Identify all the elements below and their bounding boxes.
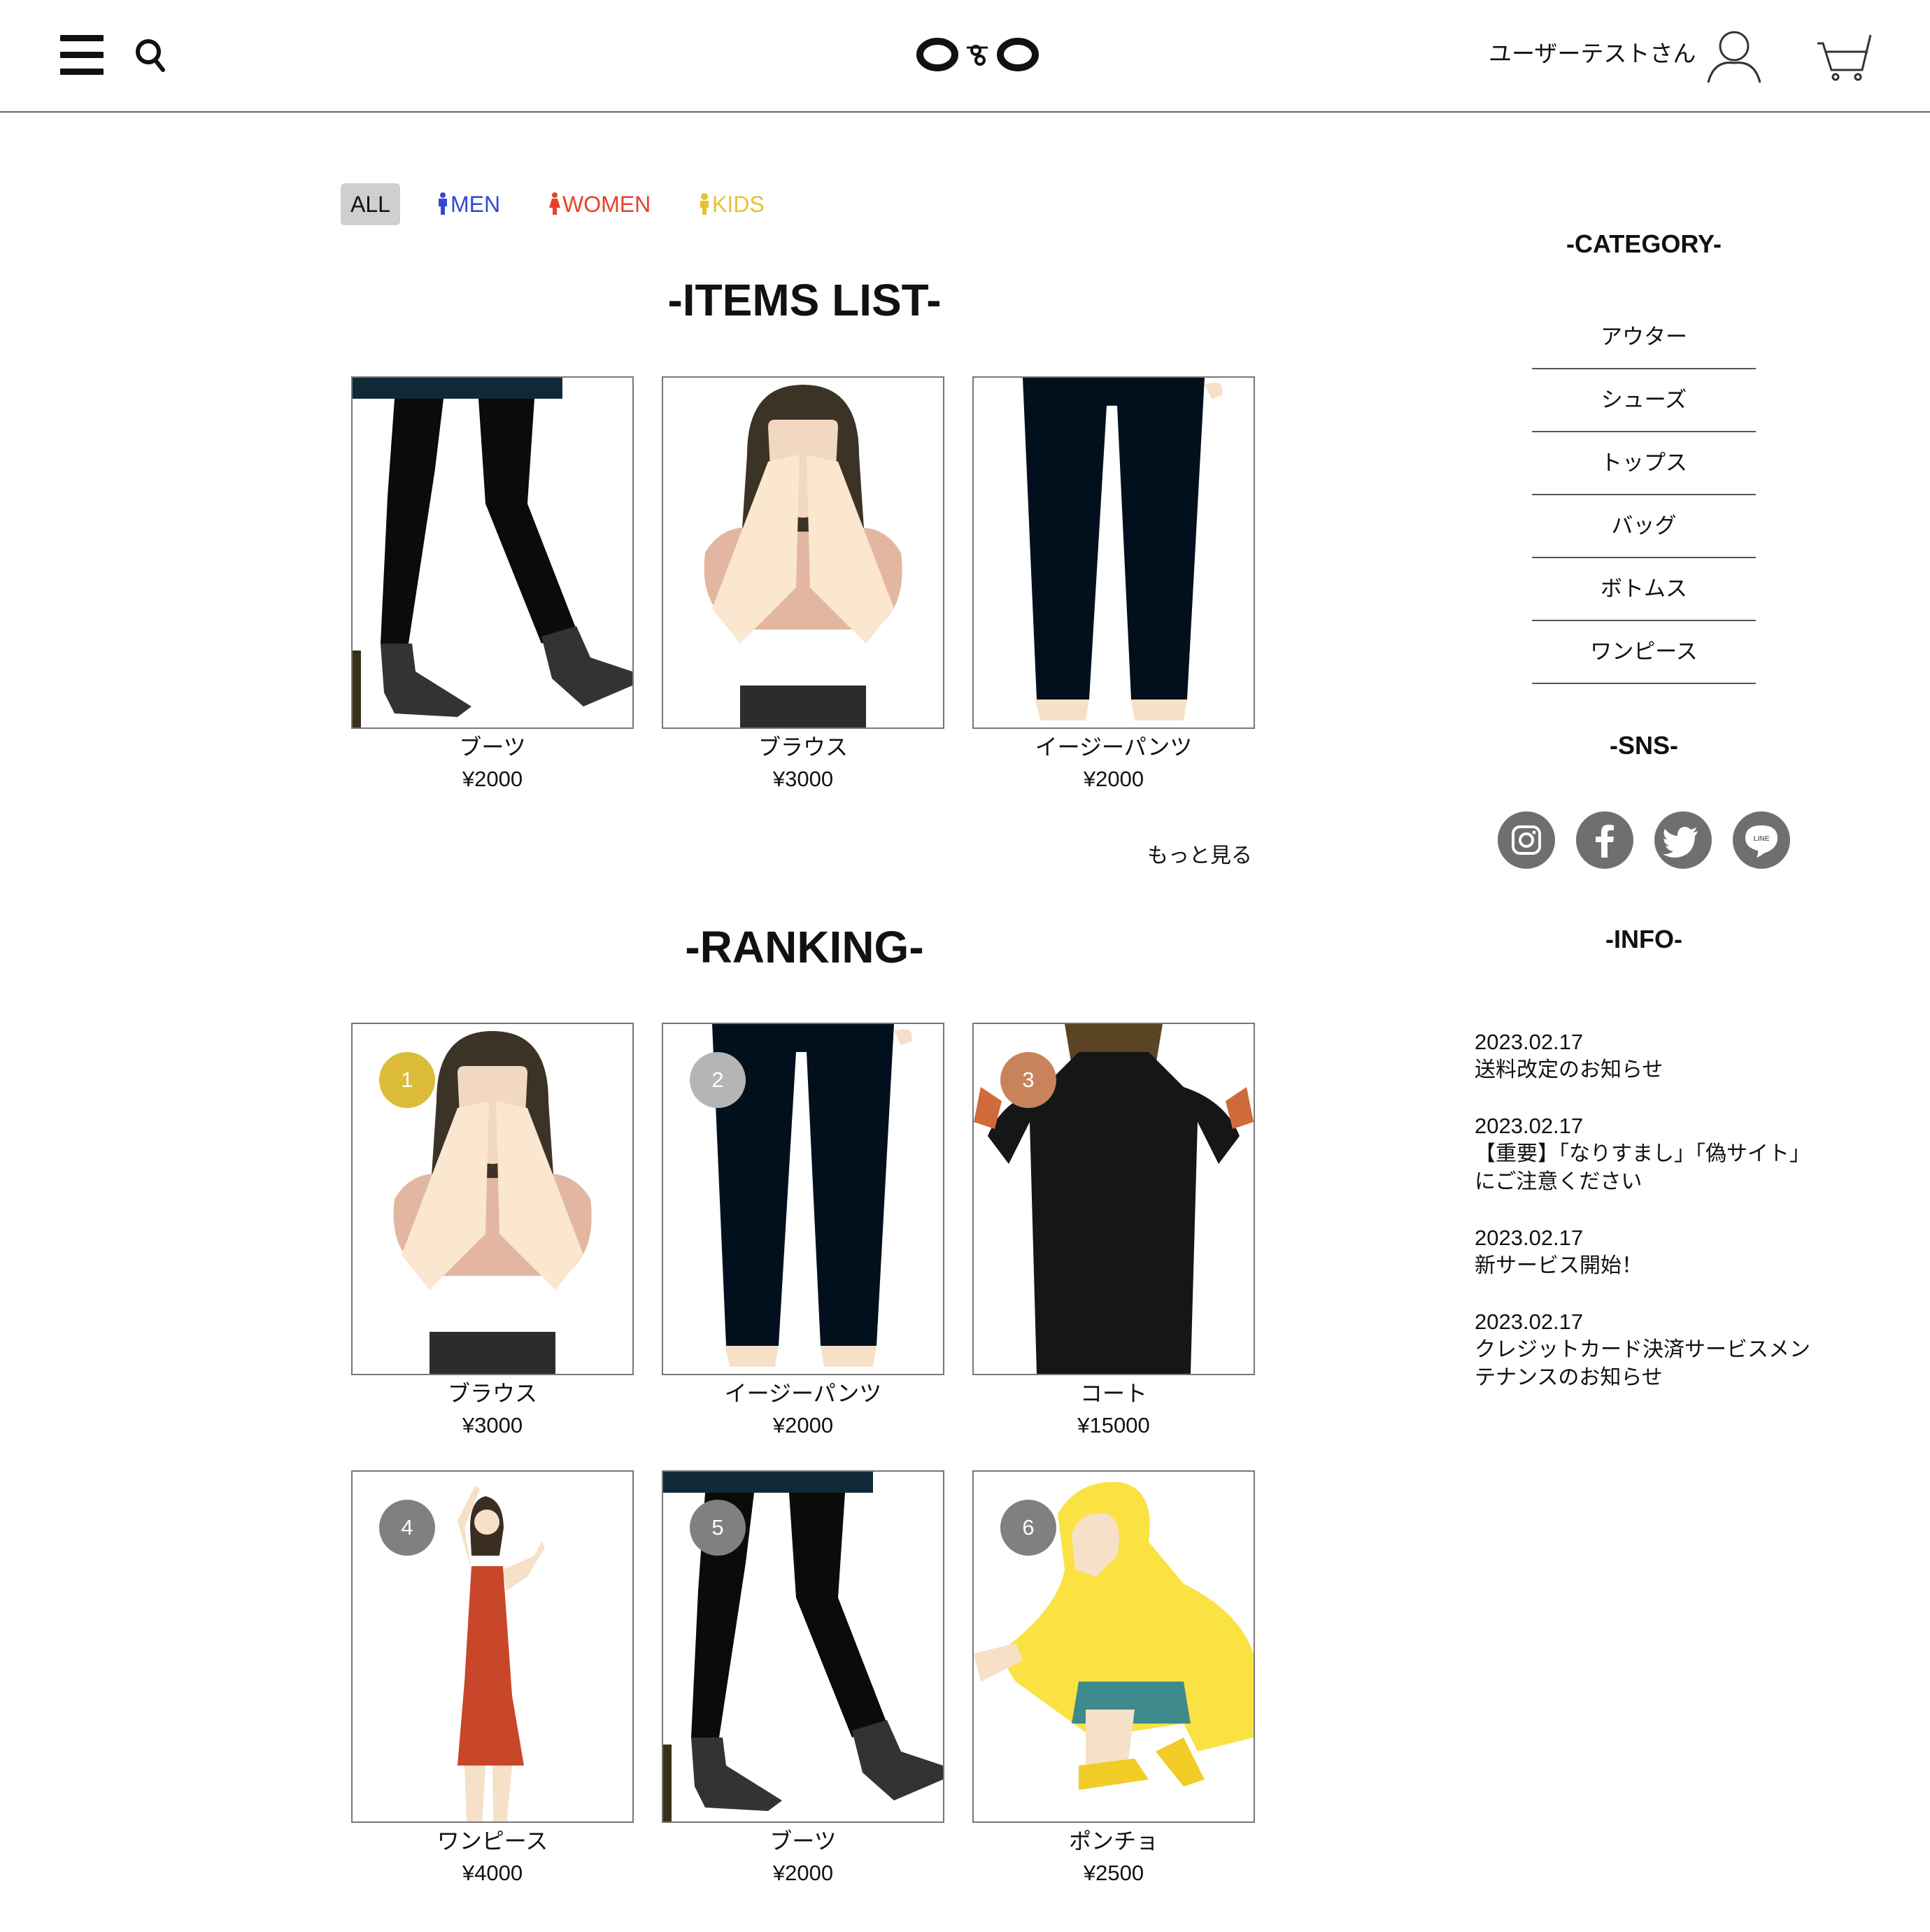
news-date: 2023.02.17 xyxy=(1475,1030,1584,1054)
filter-men-label: MEN xyxy=(450,192,501,217)
product-name[interactable]: ポンチョ xyxy=(972,1826,1255,1856)
news-item[interactable]: 2023.02.17 新サービス開始！ xyxy=(1475,1224,1824,1280)
product-card[interactable]: ブラウス ¥3000 xyxy=(662,376,944,796)
news-text[interactable]: 送料改定のお知らせ xyxy=(1475,1056,1824,1084)
man-figure-icon xyxy=(439,192,447,215)
ranking-card[interactable]: 3 コート ¥15000 xyxy=(972,1023,1255,1442)
search-icon[interactable] xyxy=(134,36,166,76)
filter-kids[interactable]: KIDS xyxy=(698,183,765,225)
product-price: ¥2000 xyxy=(462,767,523,791)
product-price: ¥2500 xyxy=(1083,1861,1144,1885)
rank-badge: 5 xyxy=(690,1500,746,1556)
ranking-card[interactable]: 6 ポンチョ ¥2500 xyxy=(972,1470,1255,1890)
product-price: ¥3000 xyxy=(462,1413,523,1437)
product-image[interactable]: 4 xyxy=(351,1470,634,1823)
product-name[interactable]: ブラウス xyxy=(351,1378,634,1409)
site-header: ユーザーテストさん xyxy=(0,0,1930,113)
product-name[interactable]: イージーパンツ xyxy=(662,1378,944,1409)
news-date: 2023.02.17 xyxy=(1475,1114,1584,1138)
news-date: 2023.02.17 xyxy=(1475,1309,1584,1334)
news-item[interactable]: 2023.02.17 クレジットカード決済サービスメンテナンスのお知らせ xyxy=(1475,1308,1824,1392)
hamburger-menu-icon[interactable] xyxy=(60,35,104,76)
easy-pants-illustration xyxy=(1023,378,1223,720)
sns-heading: -SNS- xyxy=(1610,731,1678,760)
category-item[interactable]: アウター xyxy=(1532,306,1756,369)
product-image[interactable] xyxy=(662,376,944,729)
category-item[interactable]: バッグ xyxy=(1532,495,1756,558)
product-name[interactable]: ブーツ xyxy=(662,1826,944,1856)
twitter-icon[interactable] xyxy=(1654,811,1712,869)
product-name[interactable]: ブラウス xyxy=(662,732,944,762)
category-item[interactable]: シューズ xyxy=(1532,369,1756,432)
filter-all-label: ALL xyxy=(350,192,390,217)
ranking-card[interactable]: 5 ブーツ ¥2000 xyxy=(662,1470,944,1890)
ranking-title: -RANKING- xyxy=(685,922,924,972)
facebook-icon[interactable] xyxy=(1576,811,1633,869)
child-figure-icon xyxy=(700,193,709,215)
rank-badge: 6 xyxy=(1000,1500,1056,1556)
rank-badge: 3 xyxy=(1000,1052,1056,1108)
product-price: ¥15000 xyxy=(1077,1413,1150,1437)
user-name-label[interactable]: ユーザーテストさん xyxy=(1489,35,1696,69)
news-date: 2023.02.17 xyxy=(1475,1226,1584,1250)
product-card[interactable]: ブーツ ¥2000 xyxy=(351,376,634,796)
shopping-cart-icon[interactable] xyxy=(1816,31,1873,81)
category-list: アウター シューズ トップス バッグ ボトムス ワンピース xyxy=(1532,306,1756,684)
news-text[interactable]: 新サービス開始！ xyxy=(1475,1252,1824,1280)
product-image[interactable] xyxy=(351,376,634,729)
category-item[interactable]: トップス xyxy=(1532,432,1756,495)
product-name[interactable]: イージーパンツ xyxy=(972,732,1255,762)
blouse-illustration xyxy=(704,385,902,727)
news-text[interactable]: 【重要】「なりすまし」「偽サイト」にご注意ください xyxy=(1475,1140,1824,1196)
ranking-card[interactable]: 4 ワンピース ¥4000 xyxy=(351,1470,634,1890)
ranking-card[interactable]: 2 イージーパンツ ¥2000 xyxy=(662,1023,944,1442)
product-price: ¥2000 xyxy=(1083,767,1144,791)
rank-badge: 4 xyxy=(379,1500,435,1556)
woman-figure-icon xyxy=(549,192,560,215)
product-price: ¥2000 xyxy=(772,1861,834,1885)
user-account-icon[interactable] xyxy=(1704,28,1764,85)
product-price: ¥3000 xyxy=(772,767,834,791)
see-more-link[interactable]: もっと見る xyxy=(1147,838,1252,869)
product-image[interactable] xyxy=(972,376,1255,729)
filter-all[interactable]: ALL xyxy=(341,183,400,225)
filter-women[interactable]: WOMEN xyxy=(548,183,651,225)
category-heading: -CATEGORY- xyxy=(1566,229,1722,258)
product-card[interactable]: イージーパンツ ¥2000 xyxy=(972,376,1255,796)
site-logo[interactable] xyxy=(916,32,1039,77)
ranking-card[interactable]: 1 ブラウス ¥3000 xyxy=(351,1023,634,1442)
filter-kids-label: KIDS xyxy=(712,192,765,217)
instagram-icon[interactable] xyxy=(1498,811,1555,869)
product-name[interactable]: ブーツ xyxy=(351,732,634,762)
product-image[interactable]: 6 xyxy=(972,1470,1255,1823)
filter-women-label: WOMEN xyxy=(562,192,651,217)
info-heading: -INFO- xyxy=(1605,925,1682,953)
boots-illustration xyxy=(353,378,632,727)
product-image[interactable]: 5 xyxy=(662,1470,944,1823)
product-image[interactable]: 3 xyxy=(972,1023,1255,1375)
rank-badge: 2 xyxy=(690,1052,746,1108)
product-image[interactable]: 1 xyxy=(351,1023,634,1375)
category-item[interactable]: ボトムス xyxy=(1532,558,1756,621)
news-text[interactable]: クレジットカード決済サービスメンテナンスのお知らせ xyxy=(1475,1336,1824,1392)
line-icon[interactable]: LINE xyxy=(1733,811,1790,869)
product-name[interactable]: ワンピース xyxy=(351,1826,634,1856)
filter-men[interactable]: MEN xyxy=(437,183,500,225)
product-price: ¥2000 xyxy=(772,1413,834,1437)
category-item[interactable]: ワンピース xyxy=(1532,621,1756,684)
rank-badge: 1 xyxy=(379,1052,435,1108)
items-list-title: -ITEMS LIST- xyxy=(667,275,942,325)
svg-text:LINE: LINE xyxy=(1754,835,1770,843)
product-name[interactable]: コート xyxy=(972,1378,1255,1409)
news-item[interactable]: 2023.02.17 送料改定のお知らせ xyxy=(1475,1028,1824,1084)
product-image[interactable]: 2 xyxy=(662,1023,944,1375)
product-price: ¥4000 xyxy=(462,1861,523,1885)
news-item[interactable]: 2023.02.17 【重要】「なりすまし」「偽サイト」にご注意ください xyxy=(1475,1112,1824,1196)
